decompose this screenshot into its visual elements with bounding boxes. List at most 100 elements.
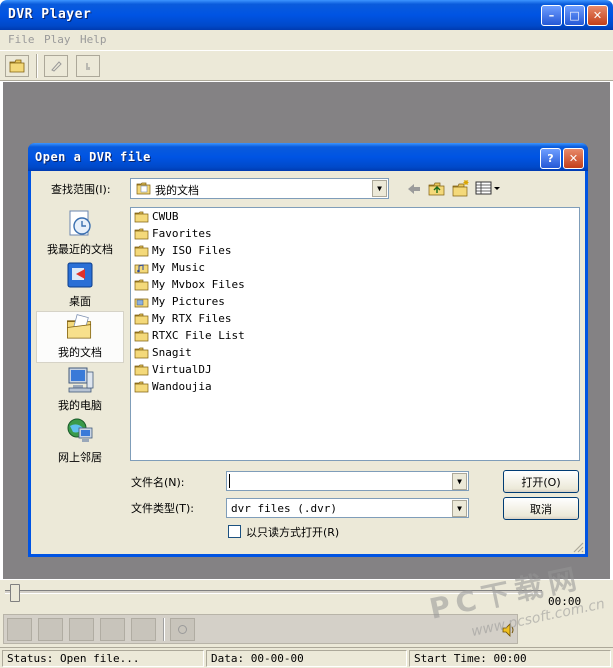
place-label: 我的电脑 [58,399,102,412]
place-network[interactable]: 网上邻居 [36,415,124,467]
open-button-label: 打开(O) [521,475,561,489]
folder-name: My Pictures [152,295,225,308]
dialog-help-button[interactable]: ? [540,148,561,169]
folder-icon [134,279,149,290]
readonly-checkbox[interactable] [228,525,241,538]
menu-help[interactable]: Help [80,33,107,46]
file-list[interactable]: CWUB Favorites My ISO Files My Music My … [130,207,580,461]
chevron-down-icon: ▼ [457,477,462,486]
menu-bar: File Play Help [0,30,613,50]
folder-icon [134,313,149,324]
filename-label: 文件名(N): [131,476,185,489]
status-start-time: Start Time: 00:00 [409,650,611,667]
my-documents-small-icon [136,182,151,195]
open-file-dialog: Open a DVR file ? ✕ 查找范围(I): 我的文档 ▼ 我最近的… [28,143,588,557]
new-folder-button[interactable] [452,179,470,197]
minimize-button[interactable]: – [541,5,562,26]
places-bar: 我最近的文档 桌面 我的文档 我的电脑 网上邻居 [36,207,124,464]
open-button[interactable]: 打开(O) [503,470,579,493]
folder-item[interactable]: My RTX Files [134,310,231,327]
close-button[interactable]: ✕ [587,5,608,26]
folder-item[interactable]: RTXC File List [134,327,245,344]
filename-input[interactable]: ▼ [226,471,469,491]
recent-documents-icon [69,210,91,236]
look-in-value: 我的文档 [155,184,199,197]
folder-name: Favorites [152,227,212,240]
folder-item[interactable]: My ISO Files [134,242,231,259]
folder-item[interactable]: My Music [134,259,205,276]
folder-name: VirtualDJ [152,363,212,376]
menu-file[interactable]: File [8,33,35,46]
my-computer-icon [68,367,94,393]
place-recent-documents[interactable]: 我最近的文档 [36,207,124,259]
status-bar: Status: Open file... Data: 00-00-00 Star… [0,647,613,668]
back-button[interactable] [406,181,422,197]
text-cursor [229,474,230,488]
maximize-button[interactable]: □ [564,5,585,26]
folder-item[interactable]: VirtualDJ [134,361,212,378]
cancel-button[interactable]: 取消 [503,497,579,520]
filetype-dropdown-arrow[interactable]: ▼ [452,500,467,517]
folder-item[interactable]: Favorites [134,225,212,242]
up-one-level-button[interactable] [428,180,446,197]
folder-item[interactable]: My Pictures [134,293,225,310]
folder-icon [134,330,149,341]
main-title-bar[interactable]: DVR Player – □ ✕ [0,0,613,30]
window-title: DVR Player [8,7,92,22]
folder-item[interactable]: Snagit [134,344,192,361]
place-my-computer[interactable]: 我的电脑 [36,363,124,415]
settings-button[interactable] [76,55,100,77]
folder-name: My Music [152,261,205,274]
minimize-icon: – [548,9,555,22]
pause-button[interactable] [38,618,63,641]
folder-name: Wandoujia [152,380,212,393]
folder-name: My RTX Files [152,312,232,325]
look-in-dropdown[interactable]: 我的文档 ▼ [130,178,389,199]
resize-grip-icon[interactable] [572,541,584,553]
readonly-label: 以只读方式打开(R) [246,526,340,539]
place-my-documents[interactable]: 我的文档 [36,311,124,363]
play-button[interactable] [7,618,32,641]
dialog-title: Open a DVR file [35,150,151,164]
place-label: 网上邻居 [58,451,102,464]
filetype-dropdown[interactable]: dvr files (.dvr) ▼ [226,498,469,518]
rewind-button[interactable] [100,618,125,641]
seek-bar-thumb[interactable] [10,584,20,602]
look-in-label: 查找范围(I): [51,183,111,196]
forward-button[interactable] [131,618,156,641]
back-arrow-icon [408,184,420,194]
music-folder-icon [134,263,149,273]
folder-item[interactable]: Wandoujia [134,378,212,395]
menu-play[interactable]: Play [44,33,71,46]
folder-item[interactable]: My Mvbox Files [134,276,245,293]
pencil-icon [51,61,62,72]
dialog-close-button[interactable]: ✕ [563,148,584,169]
dialog-title-bar[interactable]: Open a DVR file ? ✕ [28,143,588,171]
view-menu-button[interactable] [475,180,501,196]
place-label: 我的文档 [58,346,102,359]
folder-item[interactable]: CWUB [134,208,179,225]
filename-dropdown-arrow[interactable]: ▼ [452,473,467,490]
open-file-button[interactable] [5,55,29,77]
look-in-dropdown-arrow[interactable]: ▼ [372,180,387,197]
filetype-value: dvr files (.dvr) [231,502,337,515]
toolbar [0,50,613,81]
edit-button[interactable] [44,55,68,77]
refresh-icon [178,625,187,634]
snapshot-button[interactable] [170,618,195,641]
toolbar-separator [36,54,38,78]
place-desktop[interactable]: 桌面 [36,259,124,311]
dialog-body: 查找范围(I): 我的文档 ▼ 我最近的文档 桌面 我的文档 我的电脑 网上邻居… [31,171,585,554]
filetype-label: 文件类型(T): [131,502,195,515]
cursor-icon [86,63,90,70]
stop-button[interactable] [69,618,94,641]
folder-icon [134,228,149,239]
folder-name: RTXC File List [152,329,245,342]
cancel-button-label: 取消 [530,502,552,516]
pictures-folder-icon [134,298,149,307]
folder-icon [134,364,149,375]
view-list-icon [475,181,500,195]
status-text: Status: Open file... [2,650,204,667]
folder-name: Snagit [152,346,192,359]
folder-icon [134,245,149,256]
